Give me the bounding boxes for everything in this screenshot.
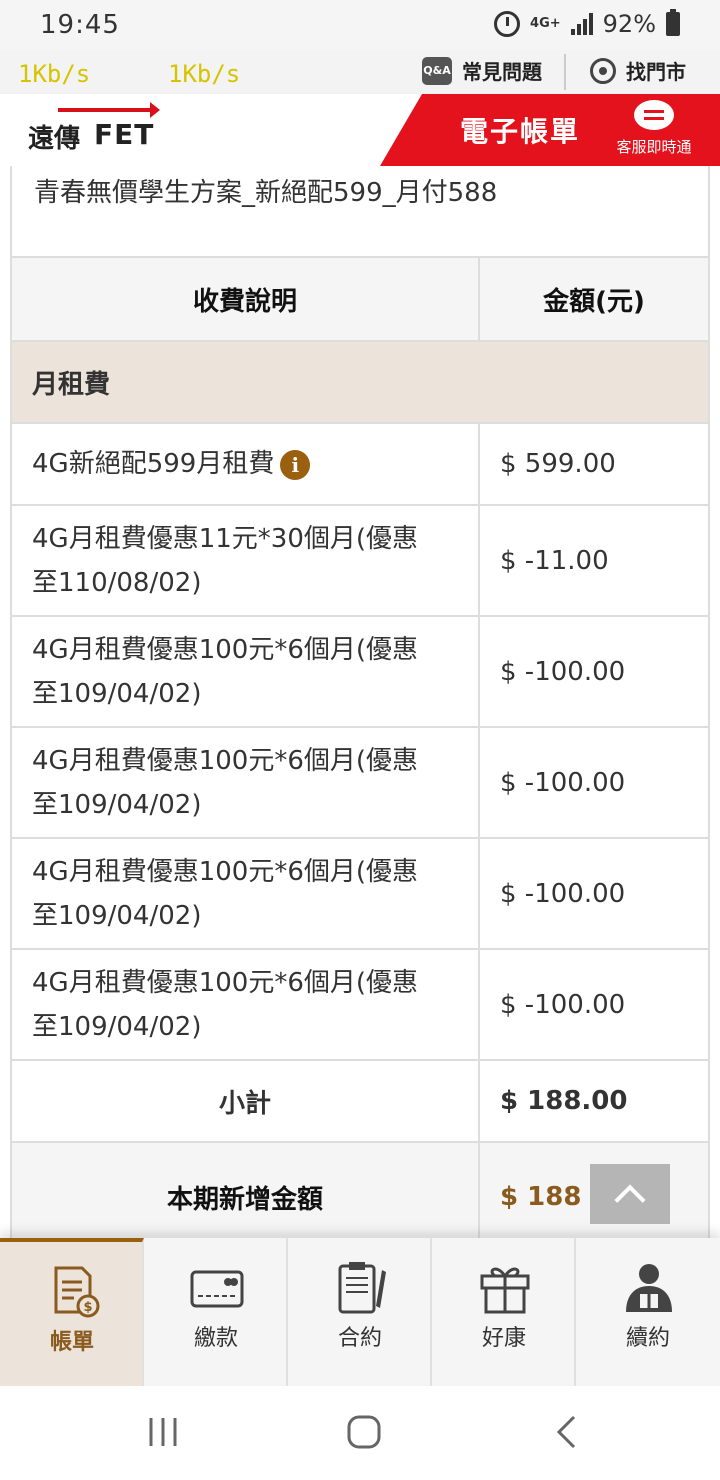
charge-amount: $ -100.00 [478,615,710,728]
table-row: 4G月租費優惠100元*6個月(優惠 至109/04/02) $ -100.00 [10,615,710,728]
table-row: 4G月租費優惠11元*30個月(優惠 至110/08/02) $ -11.00 [10,504,710,617]
gift-icon [480,1267,530,1314]
charge-description-text: 4G新絕配599月租費 [32,449,275,479]
subtotal-label: 小計 [10,1059,480,1143]
nav-item-bill[interactable]: $ 帳單 [0,1238,144,1386]
svg-text:$: $ [83,1300,92,1315]
nav-item-payment[interactable]: 繳款 [144,1238,288,1386]
charge-description: 4G月租費優惠100元*6個月(優惠 至109/04/02) [10,948,480,1061]
charge-amount: $ -100.00 [478,948,710,1061]
nav-label: 帳單 [49,1330,94,1355]
charge-description-line1: 4G月租費優惠100元*6個月(優惠 [32,856,419,887]
store-finder-label: 找門市 [626,60,686,84]
section-title: 月租費 [10,340,710,424]
charge-description-line2: 至109/04/02) [32,900,202,931]
faq-label: 常見問題 [462,60,542,84]
charge-amount: $ -11.00 [478,504,710,617]
speed-indicator-left: 1Kb/s [18,60,91,88]
alarm-icon [494,11,521,37]
charge-description-line2: 至109/04/02) [32,678,202,709]
logo-arrow-icon [58,102,160,118]
fet-logo[interactable]: 遠傳 FET [28,102,160,154]
table-header: 收費說明 金額(元) [10,256,710,342]
charges-table: 收費說明 金額(元) 月租費 4G新絕配599月租費 i $ 599.00 4G月… [10,256,710,1244]
nav-label: 好康 [481,1326,526,1351]
signal-icon [570,13,593,35]
subtotal-amount: $ 188.00 [478,1059,710,1143]
system-nav-bar [0,1386,720,1480]
nav-label: 續約 [625,1326,670,1351]
total-label: 本期新增金額 [10,1141,480,1244]
customer-service-label: 客服即時通 [616,138,692,156]
logo-english: FET [94,118,155,151]
table-row: 4G月租費優惠100元*6個月(優惠 至109/04/02) $ -100.00 [10,837,710,950]
charge-amount: $ 599.00 [478,422,710,506]
charge-amount: $ -100.00 [478,837,710,950]
charge-description: 4G月租費優惠100元*6個月(優惠 至109/04/02) [10,726,480,839]
charge-amount: $ -100.00 [478,726,710,839]
ebill-banner: 電子帳單 客服即時通 [380,94,720,166]
charge-description: 4G月租費優惠100元*6個月(優惠 至109/04/02) [10,615,480,728]
status-time: 19:45 [40,10,120,40]
bill-icon: $ [54,1266,100,1318]
faq-link[interactable]: Q&A 常見問題 [422,56,542,85]
utility-bar: 1Kb/s 1Kb/s Q&A 常見問題 找門市 [0,50,720,94]
nav-label: 繳款 [193,1326,238,1351]
store-finder-link[interactable]: 找門市 [590,56,686,85]
qa-icon: Q&A [422,56,452,85]
page-title: 電子帳單 [460,115,581,148]
charge-description-line1: 4G月租費優惠100元*6個月(優惠 [32,634,419,665]
table-row: 4G月租費優惠100元*6個月(優惠 至109/04/02) $ -100.00 [10,948,710,1061]
section-row: 月租費 [10,340,710,424]
bottom-nav: $ 帳單 繳款 合約 好康 續約 [0,1238,720,1386]
charge-description-line1: 4G月租費優惠11元*30個月(優惠 [32,523,419,554]
back-to-top-button[interactable] [590,1164,670,1224]
charge-description-line1: 4G月租費優惠100元*6個月(優惠 [32,967,419,998]
plan-name: 青春無價學生方案_新絕配599_月付588 [34,178,498,208]
battery-percent: 92% [602,10,656,38]
location-pin-icon [590,57,616,84]
home-icon[interactable] [346,1414,382,1450]
card-icon [190,1270,244,1308]
charge-description-line2: 至109/04/02) [32,789,202,820]
logo-chinese: 遠傳 [28,124,81,154]
charge-description-line2: 至109/04/02) [32,1011,202,1042]
nav-item-offers[interactable]: 好康 [432,1238,576,1386]
plan-box: 青春無價學生方案_新絕配599_月付588 [10,166,710,258]
battery-icon [666,9,680,36]
back-icon[interactable] [554,1414,578,1450]
charge-description-line1: 4G月租費優惠100元*6個月(優惠 [32,745,419,776]
nav-item-contract[interactable]: 合約 [288,1238,432,1386]
table-row: 4G新絕配599月租費 i $ 599.00 [10,422,710,506]
renew-icon [626,1264,672,1312]
chat-bubble-icon [634,100,674,130]
bill-content[interactable]: 青春無價學生方案_新絕配599_月付588 收費說明 金額(元) 月租費 4G新… [0,166,720,1244]
charge-description: 4G月租費優惠100元*6個月(優惠 至109/04/02) [10,837,480,950]
subtotal-row: 小計 $ 188.00 [10,1059,710,1143]
divider [564,54,566,90]
chevron-up-icon [614,1184,646,1216]
info-icon[interactable]: i [280,449,311,480]
status-icons: 4G+ 92% [494,9,680,38]
table-row: 4G月租費優惠100元*6個月(優惠 至109/04/02) $ -100.00 [10,726,710,839]
nav-item-renew[interactable]: 續約 [576,1238,720,1386]
customer-service-button[interactable]: 客服即時通 [612,100,696,157]
charge-description: 4G新絕配599月租費 i [10,422,480,506]
charge-description: 4G月租費優惠11元*30個月(優惠 至110/08/02) [10,504,480,617]
contract-icon [338,1262,386,1314]
charge-description-line2: 至110/08/02) [32,567,202,598]
speed-indicator-right: 1Kb/s [168,60,241,88]
column-header-amount: 金額(元) [478,256,710,342]
column-header-description: 收費說明 [10,256,480,342]
recent-apps-icon[interactable] [148,1414,178,1450]
brand-header: 遠傳 FET 電子帳單 客服即時通 [0,94,720,166]
status-bar: 19:45 4G+ 92% [0,0,720,50]
nav-label: 合約 [337,1326,382,1351]
network-type-icon: 4G+ [530,16,561,31]
